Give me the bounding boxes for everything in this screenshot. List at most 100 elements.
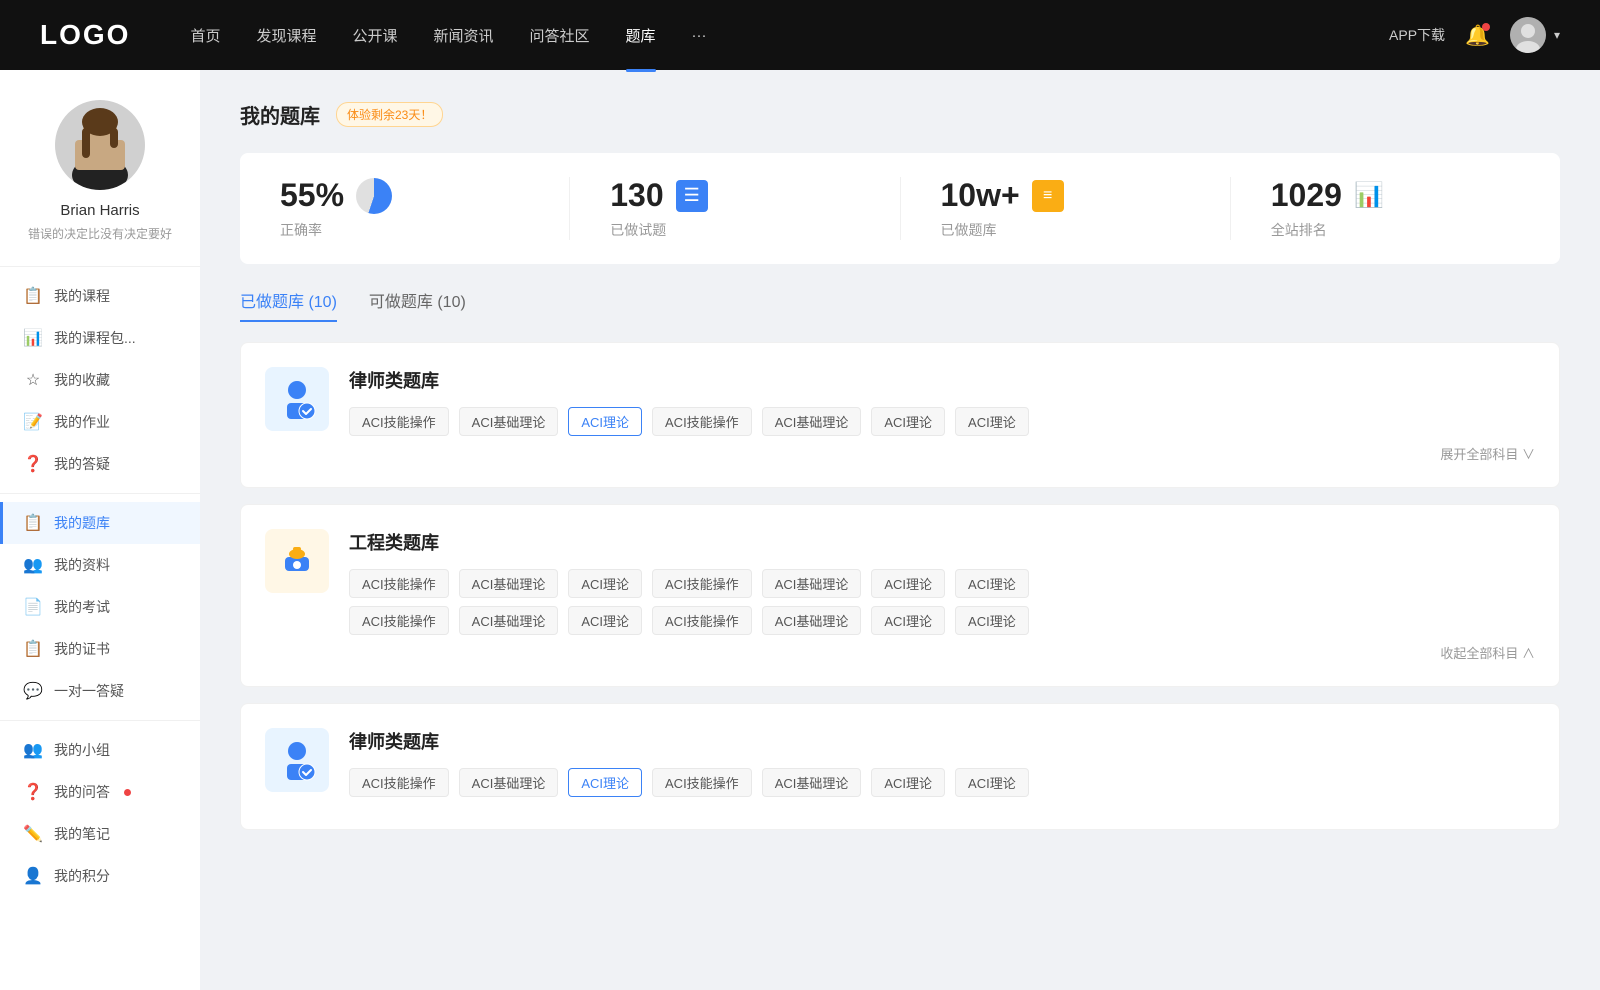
tag-item[interactable]: ACI基础理论: [459, 768, 559, 797]
stat-value-ranking: 1029: [1271, 177, 1342, 214]
tag-item[interactable]: ACI技能操作: [349, 569, 449, 598]
tag-item[interactable]: ACI基础理论: [459, 407, 559, 436]
coursepkg-icon: 📊: [24, 329, 42, 347]
mycourse-icon: 📋: [24, 287, 42, 305]
expand-link-2[interactable]: 收起全部科目 ∧: [349, 643, 1535, 662]
qbank-body-1: 律师类题库 ACI技能操作 ACI基础理论 ACI理论 ACI技能操作 ACI基…: [349, 367, 1535, 463]
qbank-card-2: 工程类题库 ACI技能操作 ACI基础理论 ACI理论 ACI技能操作 ACI基…: [240, 504, 1560, 687]
tag-item[interactable]: ACI基础理论: [762, 569, 862, 598]
qbank-tags-2a: ACI技能操作 ACI基础理论 ACI理论 ACI技能操作 ACI基础理论 AC…: [349, 569, 1535, 598]
notification-dot-qa: [124, 789, 131, 796]
sidebar-item-favorites[interactable]: ☆ 我的收藏: [0, 359, 200, 401]
nav-more[interactable]: ···: [692, 23, 707, 48]
user-avatar-wrap[interactable]: ▾: [1510, 17, 1560, 53]
tag-item[interactable]: ACI基础理论: [762, 407, 862, 436]
qbank-title-3: 律师类题库: [349, 728, 1535, 754]
sidebar-item-mycourse[interactable]: 📋 我的课程: [0, 275, 200, 317]
sidebar-label: 我的题库: [54, 513, 110, 533]
sidebar-item-mynotes[interactable]: ✏️ 我的笔记: [0, 813, 200, 855]
tag-item-selected[interactable]: ACI理论: [568, 407, 642, 436]
stats-row: 55% 正确率 130 ☰ 已做试题 10w+ ≡ 已做题库: [240, 153, 1560, 264]
qbank-icon-lawyer-3: [265, 728, 329, 792]
stat-value-accuracy: 55%: [280, 177, 344, 214]
sidebar-item-myqa[interactable]: ❓ 我的答疑: [0, 443, 200, 485]
sidebar-item-myqanda[interactable]: ❓ 我的问答: [0, 771, 200, 813]
sidebar-item-mycert[interactable]: 📋 我的证书: [0, 628, 200, 670]
tag-item[interactable]: ACI技能操作: [349, 768, 449, 797]
sidebar-divider-3: [0, 720, 200, 721]
chevron-down-icon: ▾: [1554, 28, 1560, 42]
tag-item[interactable]: ACI理论: [871, 569, 945, 598]
qbank-card-3: 律师类题库 ACI技能操作 ACI基础理论 ACI理论 ACI技能操作 ACI基…: [240, 703, 1560, 830]
sidebar-item-coursepkg[interactable]: 📊 我的课程包...: [0, 317, 200, 359]
tab-done[interactable]: 已做题库 (10): [240, 288, 337, 322]
tag-item[interactable]: ACI基础理论: [762, 768, 862, 797]
tag-item[interactable]: ACI基础理论: [459, 569, 559, 598]
sidebar-label: 我的答疑: [54, 454, 110, 474]
sidebar-item-myqbank[interactable]: 📋 我的题库: [0, 502, 200, 544]
main-layout: Brian Harris 错误的决定比没有决定要好 📋 我的课程 📊 我的课程包…: [0, 70, 1600, 990]
trial-badge: 体验剩余23天！: [336, 102, 443, 127]
tag-item[interactable]: ACI技能操作: [652, 407, 752, 436]
tabs-row: 已做题库 (10) 可做题库 (10): [240, 288, 1560, 322]
tag-item[interactable]: ACI技能操作: [652, 569, 752, 598]
sidebar-label: 我的积分: [54, 866, 110, 886]
qbank-header-1: 律师类题库 ACI技能操作 ACI基础理论 ACI理论 ACI技能操作 ACI基…: [265, 367, 1535, 463]
sidebar-label: 我的课程包...: [54, 328, 136, 348]
tag-item[interactable]: ACI理论: [955, 606, 1029, 635]
tag-item[interactable]: ACI技能操作: [349, 606, 449, 635]
tag-item[interactable]: ACI理论: [955, 407, 1029, 436]
tag-item[interactable]: ACI理论: [568, 606, 642, 635]
tag-item[interactable]: ACI理论: [955, 768, 1029, 797]
tag-item[interactable]: ACI理论: [871, 768, 945, 797]
tag-item[interactable]: ACI基础理论: [459, 606, 559, 635]
qbank-tags-2b: ACI技能操作 ACI基础理论 ACI理论 ACI技能操作 ACI基础理论 AC…: [349, 606, 1535, 635]
myprofile-icon: 👥: [24, 556, 42, 574]
stat-label-accuracy: 正确率: [280, 220, 322, 240]
page-title: 我的题库: [240, 100, 320, 129]
favorites-icon: ☆: [24, 371, 42, 389]
tag-item[interactable]: ACI技能操作: [652, 768, 752, 797]
nav-discover[interactable]: 发现课程: [256, 21, 316, 50]
nav-home[interactable]: 首页: [190, 21, 220, 50]
sidebar-item-myexam[interactable]: 📄 我的考试: [0, 586, 200, 628]
homework-icon: 📝: [24, 413, 42, 431]
myqa-icon: ❓: [24, 455, 42, 473]
sidebar-item-tutoring[interactable]: 💬 一对一答疑: [0, 670, 200, 712]
tutoring-icon: 💬: [24, 682, 42, 700]
qbank-tags-3: ACI技能操作 ACI基础理论 ACI理论 ACI技能操作 ACI基础理论 AC…: [349, 768, 1535, 797]
qbank-card-1: 律师类题库 ACI技能操作 ACI基础理论 ACI理论 ACI技能操作 ACI基…: [240, 342, 1560, 488]
tag-item-selected[interactable]: ACI理论: [568, 768, 642, 797]
tag-item[interactable]: ACI基础理论: [762, 606, 862, 635]
qbank-icon-engineer: [265, 529, 329, 593]
stat-label-questions: 已做试题: [610, 220, 666, 240]
tag-item[interactable]: ACI技能操作: [349, 407, 449, 436]
notification-bell[interactable]: 🔔: [1465, 23, 1490, 48]
tag-item[interactable]: ACI理论: [871, 407, 945, 436]
nav-news[interactable]: 新闻资讯: [434, 21, 494, 50]
stat-label-banks: 已做题库: [941, 220, 997, 240]
sidebar-label: 我的资料: [54, 555, 110, 575]
expand-link-1[interactable]: 展开全部科目 ∨: [349, 444, 1535, 463]
qbank-title-1: 律师类题库: [349, 367, 1535, 393]
sidebar-item-myprofile[interactable]: 👥 我的资料: [0, 544, 200, 586]
stat-banks: 10w+ ≡ 已做题库: [901, 177, 1231, 240]
sidebar-item-mypoints[interactable]: 👤 我的积分: [0, 855, 200, 897]
qbank-title-2: 工程类题库: [349, 529, 1535, 555]
sidebar-item-mygroup[interactable]: 👥 我的小组: [0, 729, 200, 771]
profile-name: Brian Harris: [60, 202, 139, 219]
tab-available[interactable]: 可做题库 (10): [369, 288, 466, 322]
tag-item[interactable]: ACI理论: [871, 606, 945, 635]
nav-qbank[interactable]: 题库: [626, 21, 656, 50]
qbank-tags-1: ACI技能操作 ACI基础理论 ACI理论 ACI技能操作 ACI基础理论 AC…: [349, 407, 1535, 436]
tag-item[interactable]: ACI理论: [955, 569, 1029, 598]
sidebar-item-homework[interactable]: 📝 我的作业: [0, 401, 200, 443]
sidebar-label: 我的证书: [54, 639, 110, 659]
app-download-link[interactable]: APP下载: [1389, 25, 1445, 45]
tag-item[interactable]: ACI理论: [568, 569, 642, 598]
logo: LOGO: [40, 19, 130, 51]
nav-qa[interactable]: 问答社区: [530, 21, 590, 50]
notification-dot: [1482, 23, 1490, 31]
nav-opencourse[interactable]: 公开课: [352, 21, 397, 50]
tag-item[interactable]: ACI技能操作: [652, 606, 752, 635]
